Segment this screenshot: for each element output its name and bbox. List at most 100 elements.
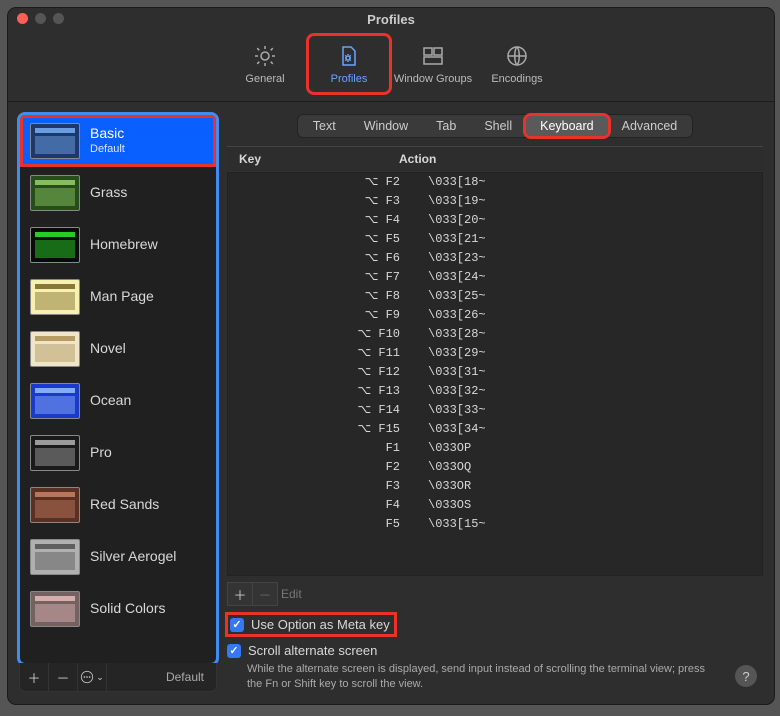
profile-item[interactable]: Novel bbox=[20, 323, 216, 375]
profile-thumb bbox=[30, 435, 80, 471]
toolbar-encodings[interactable]: Encodings bbox=[476, 35, 558, 93]
profile-thumb bbox=[30, 487, 80, 523]
profile-item[interactable]: Ocean bbox=[20, 375, 216, 427]
keymap-action: \033[28~ bbox=[428, 326, 750, 343]
add-profile-button[interactable]: ＋ bbox=[20, 663, 49, 691]
keymap-header: Key Action bbox=[227, 146, 763, 172]
profile-name: Basic bbox=[90, 125, 125, 143]
profile-item[interactable]: Silver Aerogel bbox=[20, 531, 216, 583]
keymap-key: ⌥ F7 bbox=[240, 269, 428, 286]
profile-item[interactable]: Pro bbox=[20, 427, 216, 479]
profile-thumb bbox=[30, 331, 80, 367]
toolbar-label: Encodings bbox=[491, 73, 542, 85]
toolbar: General Profiles Window Groups Encodings bbox=[7, 31, 775, 102]
profile-item[interactable]: Homebrew bbox=[20, 219, 216, 271]
profile-item[interactable]: BasicDefault bbox=[20, 115, 216, 167]
option-meta-label: Use Option as Meta key bbox=[251, 617, 390, 632]
zoom-icon[interactable] bbox=[53, 13, 64, 24]
remove-keymap-button[interactable]: － bbox=[252, 582, 278, 606]
keymap-row[interactable]: ⌥ F9\033[26~ bbox=[228, 306, 762, 325]
keymap-row[interactable]: F2\033OQ bbox=[228, 458, 762, 477]
keymap-key: ⌥ F6 bbox=[240, 250, 428, 267]
profile-thumb bbox=[30, 227, 80, 263]
tab-shell[interactable]: Shell bbox=[470, 116, 526, 136]
keymap-row[interactable]: ⌥ F5\033[21~ bbox=[228, 230, 762, 249]
keymap-row[interactable]: ⌥ F10\033[28~ bbox=[228, 325, 762, 344]
close-icon[interactable] bbox=[17, 13, 28, 24]
add-keymap-button[interactable]: ＋ bbox=[227, 582, 253, 606]
profile-item[interactable]: Red Sands bbox=[20, 479, 216, 531]
tab-window[interactable]: Window bbox=[350, 116, 422, 136]
profile-name: Red Sands bbox=[90, 496, 159, 514]
scroll-alt-row: ✓ Scroll alternate screen bbox=[227, 643, 763, 658]
profile-name: Man Page bbox=[90, 288, 154, 306]
keymap-key: ⌥ F13 bbox=[240, 383, 428, 400]
scroll-alt-label: Scroll alternate screen bbox=[248, 643, 377, 658]
keymap-key: F3 bbox=[240, 478, 428, 495]
keymap-key: ⌥ F12 bbox=[240, 364, 428, 381]
keymap-action: \033[18~ bbox=[428, 174, 750, 191]
keymap-row[interactable]: F4\033OS bbox=[228, 496, 762, 515]
remove-profile-button[interactable]: － bbox=[49, 663, 78, 691]
ellipsis-circle-icon bbox=[80, 670, 94, 684]
keymap-row[interactable]: ⌥ F11\033[29~ bbox=[228, 344, 762, 363]
profile-name: Grass bbox=[90, 184, 127, 202]
edit-keymap-button[interactable]: Edit bbox=[281, 587, 302, 601]
profile-name: Ocean bbox=[90, 392, 131, 410]
profile-item[interactable]: Solid Colors bbox=[20, 583, 216, 635]
preferences-window: Profiles General Profiles Window Groups Enc… bbox=[6, 6, 776, 706]
keymap-action: \033[29~ bbox=[428, 345, 750, 362]
profile-tabs: TextWindowTabShellKeyboardAdvanced bbox=[297, 114, 693, 138]
tab-advanced[interactable]: Advanced bbox=[608, 116, 692, 136]
keymap-row[interactable]: ⌥ F2\033[18~ bbox=[228, 173, 762, 192]
profile-name: Solid Colors bbox=[90, 600, 165, 618]
keymap-action: \033[33~ bbox=[428, 402, 750, 419]
minimize-icon[interactable] bbox=[35, 13, 46, 24]
profile-thumb bbox=[30, 539, 80, 575]
keymap-action: \033[26~ bbox=[428, 307, 750, 324]
keymap-key: ⌥ F10 bbox=[240, 326, 428, 343]
keymap-row[interactable]: F5\033[15~ bbox=[228, 515, 762, 534]
scroll-alt-checkbox[interactable]: ✓ bbox=[227, 644, 241, 658]
keymap-action: \033[32~ bbox=[428, 383, 750, 400]
toolbar-label: Profiles bbox=[331, 73, 368, 85]
titlebar: Profiles bbox=[7, 7, 775, 31]
profile-name: Homebrew bbox=[90, 236, 158, 254]
set-default-button[interactable]: Default bbox=[154, 670, 216, 684]
keymap-row[interactable]: ⌥ F7\033[24~ bbox=[228, 268, 762, 287]
keymap-row[interactable]: ⌥ F3\033[19~ bbox=[228, 192, 762, 211]
tab-keyboard[interactable]: Keyboard bbox=[526, 116, 608, 136]
tab-tab[interactable]: Tab bbox=[422, 116, 470, 136]
keymap-row[interactable]: ⌥ F12\033[31~ bbox=[228, 363, 762, 382]
keymap-action: \033[24~ bbox=[428, 269, 750, 286]
keymap-action: \033[34~ bbox=[428, 421, 750, 438]
profile-item[interactable]: Man Page bbox=[20, 271, 216, 323]
profile-item[interactable]: Grass bbox=[20, 167, 216, 219]
keymap-action: \033OP bbox=[428, 440, 750, 457]
profile-actions-button[interactable]: ⌄ bbox=[78, 663, 107, 691]
keymap-action: \033[21~ bbox=[428, 231, 750, 248]
keymap-row[interactable]: ⌥ F6\033[23~ bbox=[228, 249, 762, 268]
profile-list: BasicDefault Grass Homebrew Man Page Novel Oc… bbox=[19, 114, 217, 664]
toolbar-label: General bbox=[245, 73, 284, 85]
help-button[interactable]: ? bbox=[735, 665, 757, 687]
toolbar-general[interactable]: General bbox=[224, 35, 306, 93]
keymap-row[interactable]: ⌥ F15\033[34~ bbox=[228, 420, 762, 439]
tab-text[interactable]: Text bbox=[299, 116, 350, 136]
toolbar-windowgroups[interactable]: Window Groups bbox=[392, 35, 474, 93]
keymap-key: ⌥ F2 bbox=[240, 174, 428, 191]
keymap-row[interactable]: ⌥ F14\033[33~ bbox=[228, 401, 762, 420]
keymap-row[interactable]: ⌥ F13\033[32~ bbox=[228, 382, 762, 401]
option-meta-checkbox[interactable]: ✓ bbox=[230, 618, 244, 632]
profiles-icon bbox=[337, 44, 361, 68]
keymap-action: \033OR bbox=[428, 478, 750, 495]
keymap-action: \033[31~ bbox=[428, 364, 750, 381]
keymap-row[interactable]: ⌥ F4\033[20~ bbox=[228, 211, 762, 230]
profile-thumb bbox=[30, 383, 80, 419]
keymap-row[interactable]: ⌥ F8\033[25~ bbox=[228, 287, 762, 306]
keymap-table[interactable]: ⌥ F2\033[18~⌥ F3\033[19~⌥ F4\033[20~⌥ F5… bbox=[227, 172, 763, 576]
keymap-row[interactable]: F3\033OR bbox=[228, 477, 762, 496]
profile-sub: Default bbox=[90, 143, 125, 157]
keymap-row[interactable]: F1\033OP bbox=[228, 439, 762, 458]
toolbar-profiles[interactable]: Profiles bbox=[308, 35, 390, 93]
